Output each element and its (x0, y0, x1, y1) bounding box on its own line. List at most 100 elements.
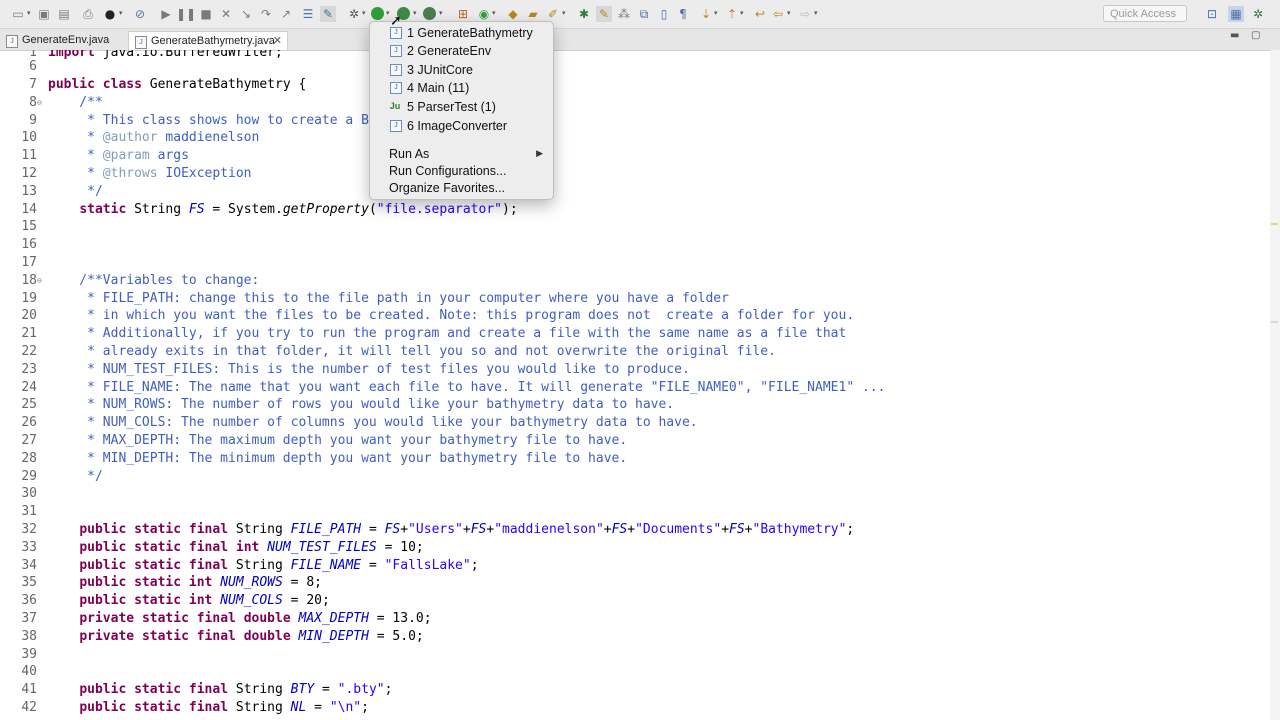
code-line[interactable]: 8 ⊖ /** (0, 94, 1260, 112)
menu-item-image-converter[interactable]: J 6 ImageConverter (370, 117, 553, 135)
code-line[interactable]: 21 * Additionally, if you try to run the… (0, 325, 1260, 343)
save-all-icon[interactable]: ▤ (56, 6, 72, 22)
back-icon[interactable]: ⇦ (770, 6, 786, 22)
code-line[interactable]: 13 */ (0, 183, 1260, 201)
save-icon[interactable]: ▣ (36, 6, 52, 22)
ruler-marker[interactable] (1271, 321, 1278, 323)
step-return-icon[interactable]: ↗ (278, 6, 294, 22)
resume-icon[interactable]: ▶ (158, 6, 174, 22)
code-line[interactable]: 41 public static final String BTY = ".bt… (0, 681, 1260, 699)
menu-item-run-configurations[interactable]: Run Configurations... (370, 162, 553, 180)
new-class-icon[interactable]: ◉ (476, 6, 492, 22)
next-annotation-icon[interactable]: ⇣ (698, 6, 714, 22)
new-icon[interactable]: ▭ (10, 6, 26, 22)
terminate-icon[interactable]: ■ (198, 6, 214, 22)
open-folder-icon[interactable]: ▰ (525, 6, 541, 22)
skip-breakpoints-icon[interactable]: ⊘ (132, 6, 148, 22)
highlight-icon[interactable]: ✎ (596, 6, 612, 22)
breadcrumb-icon[interactable]: ⁂ (616, 6, 632, 22)
whitespace-icon[interactable]: ¶ (675, 6, 691, 22)
code-line[interactable]: 42 public static final String NL = "\n"; (0, 699, 1260, 717)
external-tools-dropdown-icon[interactable]: ▾ (439, 9, 443, 17)
external-tools-icon[interactable] (423, 7, 436, 20)
menu-item-parser-test[interactable]: Ju 5 ParserTest (1) (370, 98, 553, 116)
code-line[interactable]: 12 * @throws IOException (0, 165, 1260, 183)
new-dropdown-icon[interactable]: ▾ (27, 9, 31, 17)
previous-annotation-dropdown-icon[interactable]: ▾ (740, 9, 744, 17)
quick-access-input[interactable]: Quick Access (1103, 5, 1187, 22)
annotation-icon[interactable]: ✱ (576, 6, 592, 22)
fold-toggle-icon[interactable]: ⊖ (37, 272, 42, 290)
code-line[interactable]: 15 (0, 218, 1260, 236)
code-line[interactable]: 10 * @author maddienelson (0, 129, 1260, 147)
code-line[interactable]: 38 private static final double MIN_DEPTH… (0, 628, 1260, 646)
menu-item-run-as[interactable]: Run As ▶ (370, 145, 553, 163)
code-line[interactable]: 36 public static int NUM_COLS = 20; (0, 592, 1260, 610)
code-line[interactable]: 25 * NUM_ROWS: The number of rows you wo… (0, 396, 1260, 414)
fold-toggle-icon[interactable]: ⊖ (37, 94, 42, 112)
code-line[interactable]: 35 public static int NUM_ROWS = 8; (0, 574, 1260, 592)
suspend-icon[interactable]: ❚❚ (176, 6, 196, 22)
previous-annotation-icon[interactable]: ⇡ (724, 6, 740, 22)
code-line[interactable]: 31 (0, 503, 1260, 521)
new-class-dropdown-icon[interactable]: ▾ (492, 9, 496, 17)
code-line[interactable]: 28 * MIN_DEPTH: The minimum depth you wa… (0, 450, 1260, 468)
forward-icon[interactable]: ⇨ (797, 6, 813, 22)
ruler-marker[interactable] (1271, 223, 1278, 225)
code-line[interactable]: 23 * NUM_TEST_FILES: This is the number … (0, 361, 1260, 379)
code-line[interactable]: 14 static String FS = System.getProperty… (0, 201, 1260, 219)
step-into-icon[interactable]: ↘ (238, 6, 254, 22)
debug-settings-icon[interactable]: ✲ (346, 6, 362, 22)
search-icon[interactable]: ✐ (545, 6, 561, 22)
java-perspective-icon[interactable]: ▦ (1228, 6, 1244, 22)
code-line[interactable]: 29 */ (0, 468, 1260, 486)
tab-generate-bathymetry[interactable]: J GenerateBathymetry.java ✕ (128, 31, 288, 50)
word-wrap-icon[interactable]: ▯ (656, 6, 672, 22)
code-line[interactable]: 20 * in which you want the files to be c… (0, 307, 1260, 325)
code-editor[interactable]: 1 import java.io.BufferedWriter; 6 7 public … (0, 50, 1270, 720)
code-line[interactable]: 27 * MAX_DEPTH: The maximum depth you wa… (0, 432, 1260, 450)
code-line[interactable]: 16 (0, 236, 1260, 254)
run-dropdown-icon[interactable]: ▾ (386, 9, 390, 17)
minimize-icon[interactable]: ▬ (1230, 30, 1239, 41)
close-tab-icon[interactable]: ✕ (273, 32, 282, 51)
debug-dropdown-icon[interactable]: ▾ (119, 9, 123, 17)
toggle-mark-icon[interactable]: ✎ (320, 6, 336, 22)
code-line[interactable]: 34 public static final String FILE_NAME … (0, 557, 1260, 575)
code-line[interactable]: 26 * NUM_COLS: The number of columns you… (0, 414, 1260, 432)
open-perspective-icon[interactable]: ⊡ (1204, 6, 1220, 22)
code-line[interactable]: 24 * FILE_NAME: The name that you want e… (0, 379, 1260, 397)
open-type-icon[interactable]: ◆ (505, 6, 521, 22)
coverage-dropdown-icon[interactable]: ▾ (413, 9, 417, 17)
last-edit-icon[interactable]: ↩ (752, 6, 768, 22)
print-icon[interactable]: ⎙ (80, 6, 96, 22)
block-selection-icon[interactable]: ⧉ (636, 6, 652, 22)
code-line[interactable]: 30 (0, 485, 1260, 503)
code-line[interactable]: 7 public class GenerateBathymetry { (0, 76, 1260, 94)
tab-generate-env[interactable]: J GenerateEnv.java (0, 31, 128, 50)
code-line[interactable]: 32 public static final String FILE_PATH … (0, 521, 1260, 539)
debug-icon[interactable]: ● (102, 6, 118, 22)
step-over-icon[interactable]: ↷ (258, 6, 274, 22)
menu-item-generate-env[interactable]: J 2 GenerateEnv (370, 42, 553, 60)
new-package-icon[interactable]: ⊞ (455, 6, 471, 22)
overview-ruler[interactable] (1270, 50, 1280, 720)
menu-item-junitcore[interactable]: J 3 JUnitCore (370, 61, 553, 79)
code-line[interactable]: 18 ⊖ /**Variables to change: (0, 272, 1260, 290)
code-line[interactable]: 9 * This class shows how to create a Bat (0, 112, 1260, 130)
search-dropdown-icon[interactable]: ▾ (562, 9, 566, 17)
code-line[interactable]: 39 (0, 646, 1260, 664)
settings-dropdown-icon[interactable]: ▾ (362, 9, 366, 17)
code-line[interactable]: 33 public static final int NUM_TEST_FILE… (0, 539, 1260, 557)
debug-perspective-icon[interactable]: ✲ (1250, 6, 1266, 22)
code-line[interactable]: 37 private static final double MAX_DEPTH… (0, 610, 1260, 628)
menu-item-main[interactable]: J 4 Main (11) (370, 79, 553, 97)
code-line[interactable]: 19 * FILE_PATH: change this to the file … (0, 290, 1260, 308)
use-step-filters-icon[interactable]: ☰ (300, 6, 316, 22)
code-line[interactable]: 6 (0, 58, 1260, 76)
code-line[interactable]: 11 * @param args (0, 147, 1260, 165)
code-line[interactable]: 22 * already exits in that folder, it wi… (0, 343, 1260, 361)
forward-dropdown-icon[interactable]: ▾ (814, 9, 818, 17)
back-dropdown-icon[interactable]: ▾ (787, 9, 791, 17)
maximize-icon[interactable]: ▢ (1251, 30, 1260, 41)
